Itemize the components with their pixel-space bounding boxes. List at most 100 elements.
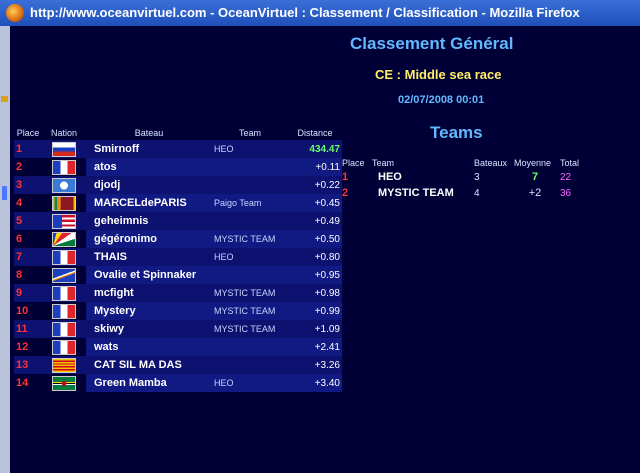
col-team: Team — [238, 128, 261, 138]
flag-france-icon — [52, 303, 76, 319]
boat-team — [212, 176, 288, 194]
col-nation: Nation — [50, 128, 77, 138]
nation-flag-cell — [42, 176, 86, 194]
ranking-row: 7 THAIS HEO +0.80 — [14, 248, 342, 266]
team-name[interactable]: HEO — [370, 169, 472, 185]
boat-name-link[interactable]: gégéronimo — [86, 230, 212, 248]
ranking-row: 5 geheimnis +0.49 — [14, 212, 342, 230]
left-window-edge — [0, 26, 10, 473]
nation-flag-cell — [42, 248, 86, 266]
boat-team: MYSTIC TEAM — [212, 230, 288, 248]
boat-name-link[interactable]: Smirnoff — [86, 140, 212, 158]
rank-place: 3 — [14, 176, 42, 194]
teams-table: Place Team Bateaux Moyenne Total 1 HEO 3… — [340, 156, 592, 201]
flag-france-icon — [52, 321, 76, 337]
team-total: 36 — [560, 187, 572, 199]
ranking-row: 10 Mystery MYSTIC TEAM +0.99 — [14, 302, 342, 320]
boat-team — [212, 356, 288, 374]
team-row: 1 HEO 3 7 22 — [340, 169, 592, 185]
flag-france-icon — [52, 249, 76, 265]
boat-name-link[interactable]: skiwy — [86, 320, 212, 338]
boat-name-link[interactable]: djodj — [86, 176, 212, 194]
rank-place: 13 — [14, 356, 42, 374]
flag-sri-lanka-icon — [52, 195, 76, 211]
boat-distance: +0.80 — [288, 248, 342, 266]
boat-distance: +3.40 — [288, 374, 342, 392]
nation-flag-cell — [42, 302, 86, 320]
ranking-row: 11 skiwy MYSTIC TEAM +1.09 — [14, 320, 342, 338]
boat-name-link[interactable]: Ovalie et Spinnaker — [86, 266, 212, 284]
boat-team: MYSTIC TEAM — [212, 320, 288, 338]
nation-flag-cell — [42, 338, 86, 356]
boat-distance: +1.09 — [288, 320, 342, 338]
boat-name-link[interactable]: Green Mamba — [86, 374, 212, 392]
nation-flag-cell — [42, 266, 86, 284]
boat-name-link[interactable]: CAT SIL MA DAS — [86, 356, 212, 374]
rank-place: 8 — [16, 269, 23, 281]
boat-team: Paigo Team — [212, 194, 288, 212]
ranking-row: 3 djodj +0.22 — [14, 176, 342, 194]
boat-name-link[interactable]: MARCELdePARIS — [86, 194, 212, 212]
flag-catalonia-icon — [52, 357, 76, 373]
page-title: Classement Général — [350, 34, 514, 53]
team-average: 7 — [531, 171, 539, 183]
boat-distance: +0.98 — [288, 284, 342, 302]
flag-france-icon — [52, 285, 76, 301]
team-place: 2 — [342, 187, 349, 199]
ranking-row: 4 MARCELdePARIS Paigo Team +0.45 — [14, 194, 342, 212]
boat-distance: +0.49 — [288, 212, 342, 230]
nation-flag-cell — [42, 140, 86, 158]
ranking-row: 1 Smirnoff HEO 434.47 — [14, 140, 342, 158]
boat-distance: +0.11 — [288, 158, 342, 176]
team-name[interactable]: MYSTIC TEAM — [370, 185, 472, 201]
boat-distance: 434.47 — [288, 140, 342, 158]
boat-name-link[interactable]: Mystery — [86, 302, 212, 320]
boat-distance: +0.99 — [288, 302, 342, 320]
col-boat: Bateau — [134, 128, 164, 138]
boat-name-link[interactable]: THAIS — [86, 248, 212, 266]
teams-header-row: Place Team Bateaux Moyenne Total — [340, 156, 592, 169]
team-row: 2 MYSTIC TEAM 4 +2 36 — [340, 185, 592, 201]
boat-distance: +2.41 — [288, 338, 342, 356]
firefox-icon — [6, 4, 24, 22]
boat-distance: +0.22 — [288, 176, 342, 194]
ranking-header-row: Place Nation Bateau Team Distance — [14, 126, 342, 140]
ranking-row: 2 atos +0.11 — [14, 158, 342, 176]
boat-name-link[interactable]: wats — [86, 338, 212, 356]
ranking-row: 14 Green Mamba HEO +3.40 — [14, 374, 342, 392]
nation-flag-cell — [42, 284, 86, 302]
col-team-place: Place — [342, 157, 365, 168]
ranking-row: 13 CAT SIL MA DAS +3.26 — [14, 356, 342, 374]
flag-russia-icon — [52, 141, 76, 157]
flag-france-icon — [52, 339, 76, 355]
nation-flag-cell — [42, 158, 86, 176]
nation-flag-cell — [42, 230, 86, 248]
flag-marshall-islands-icon — [52, 267, 76, 283]
col-distance: Distance — [297, 128, 333, 138]
boat-name-link[interactable]: atos — [86, 158, 212, 176]
window-title: http://www.oceanvirtuel.com - OceanVirtu… — [30, 5, 580, 20]
team-average: +2 — [528, 187, 542, 199]
nation-flag-cell — [42, 212, 86, 230]
col-team-boats: Bateaux — [474, 157, 508, 168]
team-total: 22 — [560, 171, 572, 183]
rank-place: 4 — [16, 197, 23, 209]
boat-name-link[interactable]: mcfight — [86, 284, 212, 302]
rank-place: 14 — [16, 377, 29, 389]
boat-distance: +0.50 — [288, 230, 342, 248]
rank-place: 1 — [14, 140, 42, 158]
boat-name-link[interactable]: geheimnis — [86, 212, 212, 230]
boat-team: MYSTIC TEAM — [212, 284, 288, 302]
nation-flag-cell — [42, 320, 86, 338]
race-name: CE : Middle sea race — [375, 67, 502, 82]
team-place: 1 — [342, 171, 349, 183]
col-team-average: Moyenne — [514, 157, 552, 168]
boat-distance: +0.95 — [288, 266, 342, 284]
boat-team: MYSTIC TEAM — [212, 302, 288, 320]
ranking-table: Place Nation Bateau Team Distance 1 Smirn… — [14, 126, 342, 392]
flag-seychelles-icon — [52, 231, 76, 247]
boat-team — [212, 338, 288, 356]
boat-distance: +0.45 — [288, 194, 342, 212]
col-team-total: Total — [560, 157, 580, 168]
flag-liberia-icon — [52, 213, 76, 229]
